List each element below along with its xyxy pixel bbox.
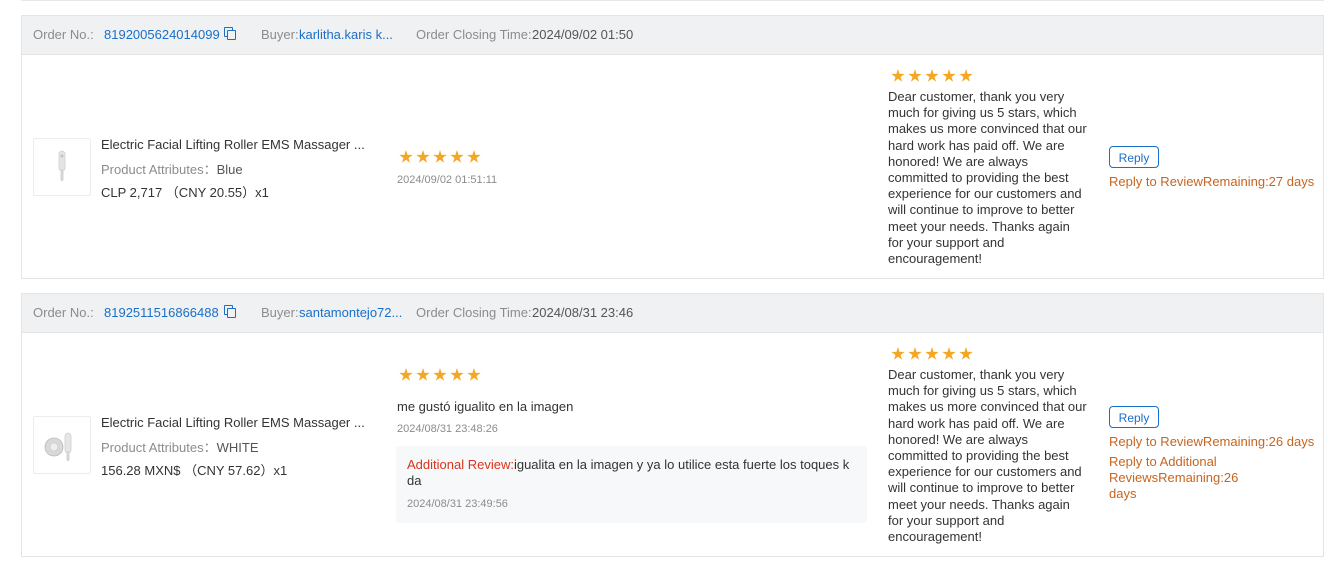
star-icon [467,368,481,381]
product-attribute-value: WHITE [216,440,259,455]
order-no-link[interactable]: 8192005624014099 [104,27,220,42]
product-price: CLP 2,717 （CNY 20.55）x1 [101,185,269,200]
reply-button[interactable]: Reply [1109,146,1159,168]
star-icon [891,69,905,82]
buyer-label: Buyer: [261,305,299,320]
order-header: Order No.: 8192511516866488 Buyer: santa… [22,294,1323,333]
star-icon [399,150,413,163]
product-attribute-value: Blue [216,162,243,177]
copy-icon[interactable] [224,27,236,40]
product-thumbnail[interactable] [33,416,91,474]
reply-button[interactable]: Reply [1109,406,1159,428]
review-time: 2024/08/31 23:48:26 [397,423,498,435]
closing-time-label: Order Closing Time: [416,27,532,42]
product-thumbnail[interactable] [33,138,91,196]
star-icon [467,150,481,163]
review-text: me gustó igualito en la imagen [397,399,574,414]
order-header: Order No.: 8192005624014099 Buyer: karli… [22,16,1323,55]
additional-reply-remaining-text: Reply to Additional ReviewsRemaining:26 … [1109,454,1239,501]
order-no-label: Order No.: [33,305,94,320]
product-name[interactable]: Electric Facial Lifting Roller EMS Massa… [101,137,365,152]
star-icon [942,347,956,360]
order-no-label: Order No.: [33,27,94,42]
star-icon [399,368,413,381]
seller-reply-text: Dear customer, thank you very much for g… [888,367,1087,545]
product-attributes-label: Product Attributes： [101,440,217,455]
star-icon [959,347,973,360]
star-icon [959,69,973,82]
star-icon [925,347,939,360]
closing-time-label: Order Closing Time: [416,305,532,320]
seller-reply-text: Dear customer, thank you very much for g… [888,89,1087,267]
order-no-link[interactable]: 8192511516866488 [104,305,219,320]
reply-remaining-text: Reply to ReviewRemaining:27 days [1109,174,1315,189]
review-rating-stars [399,150,484,164]
product-attributes-label: Product Attributes： [101,162,217,177]
review-time: 2024/09/02 01:51:11 [397,174,498,186]
reply-rating-stars [891,347,976,361]
review-rating-stars [399,368,484,382]
reply-remaining-text: Reply to ReviewRemaining:26 days [1109,434,1315,449]
buyer-link[interactable]: santamontejo72... [299,305,402,320]
product-attributes: Product Attributes：Blue [101,159,243,178]
product-attributes: Product Attributes：WHITE [101,437,259,456]
buyer-label: Buyer: [261,27,299,42]
closing-time-value: 2024/08/31 23:46 [532,305,634,320]
star-icon [908,347,922,360]
additional-review-box: Additional Review:igualita en la imagen … [396,446,867,523]
additional-review-time: 2024/08/31 23:49:56 [407,498,508,510]
copy-icon[interactable] [224,305,236,318]
product-name[interactable]: Electric Facial Lifting Roller EMS Massa… [101,415,365,430]
star-icon [416,368,430,381]
massager-roller-image [44,432,72,461]
star-icon [450,368,464,381]
massager-roller-image [58,150,66,181]
order-card: Order No.: 8192511516866488 Buyer: santa… [21,293,1324,557]
star-icon [942,69,956,82]
star-icon [908,69,922,82]
closing-time-value: 2024/09/02 01:50 [532,27,634,42]
star-icon [891,347,905,360]
additional-review-label: Additional Review: [407,457,514,472]
star-icon [416,150,430,163]
buyer-link[interactable]: karlitha.karis k... [299,27,393,42]
star-icon [433,150,447,163]
reply-rating-stars [891,69,976,83]
order-card: Order No.: 8192005624014099 Buyer: karli… [21,15,1324,279]
top-divider [21,0,1324,1]
product-price: 156.28 MXN$ （CNY 57.62）x1 [101,463,288,478]
additional-review-content: Additional Review:igualita en la imagen … [407,457,859,489]
star-icon [433,368,447,381]
star-icon [450,150,464,163]
star-icon [925,69,939,82]
